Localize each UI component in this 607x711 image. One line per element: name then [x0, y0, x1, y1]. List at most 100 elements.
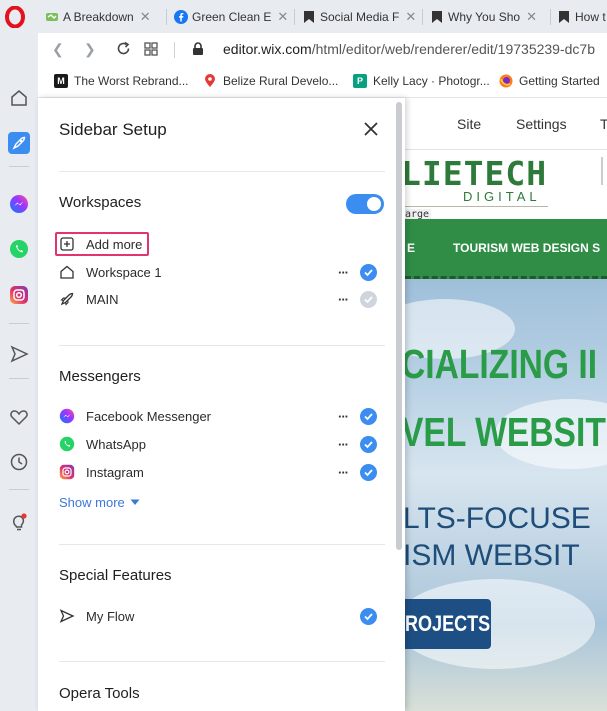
address-bar-row: ❮ ❯ editor.wix.com/html/editor/web/rende… [38, 33, 607, 66]
bookmark-label: Getting Started [519, 74, 600, 88]
menu-settings[interactable]: Settings [516, 116, 567, 132]
site-logo-text: LIETECH [405, 154, 548, 193]
close-icon[interactable] [362, 120, 380, 138]
tab-separator [166, 9, 167, 25]
back-icon[interactable]: ❮ [52, 41, 64, 58]
whatsapp-icon [59, 436, 75, 452]
send-icon[interactable] [8, 343, 30, 365]
site-nav-item[interactable]: E [407, 241, 415, 255]
bookmark-label: Belize Rural Develo... [223, 74, 339, 88]
checkmark-icon[interactable] [360, 263, 377, 281]
history-clock-icon[interactable] [8, 451, 30, 473]
opera-logo-icon[interactable] [5, 6, 25, 28]
opera-sidebar [0, 33, 38, 711]
heart-icon[interactable] [8, 406, 30, 428]
editor-top-menu: Site Settings T [405, 98, 607, 150]
tab-3[interactable]: Social Media F ✕ [302, 6, 418, 28]
bookmark-favicon-icon [302, 10, 316, 24]
reload-icon[interactable] [116, 41, 131, 56]
divider [59, 171, 385, 172]
workspace-item-1[interactable]: Workspace 1 ··· [59, 262, 377, 282]
workspace-item-main[interactable]: MAIN ··· [59, 289, 377, 309]
bookmark-item[interactable]: Getting Started [499, 74, 600, 88]
special-features-heading: Special Features [59, 567, 172, 584]
instagram-icon[interactable] [8, 284, 30, 306]
bookmark-item[interactable]: P Kelly Lacy · Photogr... [353, 74, 490, 88]
tips-bulb-icon[interactable] [8, 511, 30, 533]
checkmark-icon[interactable] [360, 290, 377, 308]
send-icon [59, 608, 75, 624]
sidebar-setup-panel: Sidebar Setup Workspaces Add more Worksp… [38, 98, 405, 711]
feature-label: My Flow [86, 608, 135, 624]
hero-subheadline-2: ISM WEBSIT [405, 539, 580, 572]
medium-icon: M [54, 74, 68, 88]
more-options-icon[interactable]: ··· [336, 465, 350, 480]
tab-4[interactable]: Why You Sho ✕ [430, 6, 546, 28]
opera-tools-heading: Opera Tools [59, 685, 140, 702]
workspaces-toggle[interactable] [346, 194, 384, 214]
more-options-icon[interactable]: ··· [336, 437, 350, 452]
messenger-icon[interactable] [8, 193, 30, 215]
show-more-link[interactable]: Show more [59, 495, 140, 510]
tab-5[interactable]: How t [557, 6, 607, 28]
add-more-label: Add more [86, 236, 143, 252]
messenger-item-instagram[interactable]: Instagram ··· [59, 462, 377, 482]
tab-close-icon[interactable]: ✕ [140, 9, 151, 25]
pexels-icon: P [353, 74, 367, 88]
site-nav-item[interactable]: TOURISM WEB DESIGN S [453, 241, 600, 255]
tab-separator [550, 9, 551, 25]
divider [59, 661, 385, 662]
nav-divider [174, 42, 175, 58]
bookmark-label: The Worst Rebrand... [74, 74, 189, 88]
messenger-label: Facebook Messenger [86, 408, 212, 424]
panel-title: Sidebar Setup [59, 120, 167, 139]
site-logo-subtext: DIGITAL [463, 189, 541, 204]
facebook-icon [174, 10, 188, 24]
workspaces-heading: Workspaces [59, 194, 142, 211]
tab-1[interactable]: A Breakdown ✕ [45, 6, 161, 28]
feature-item-my-flow[interactable]: My Flow [59, 606, 377, 626]
wix-favicon-icon [45, 10, 59, 24]
tab-2[interactable]: Green Clean E ✕ [174, 6, 290, 28]
menu-more[interactable]: T [600, 116, 607, 132]
checkmark-icon[interactable] [360, 407, 377, 425]
more-options-icon[interactable]: ··· [336, 292, 350, 307]
messenger-item-whatsapp[interactable]: WhatsApp ··· [59, 434, 377, 454]
tab-close-icon[interactable]: ✕ [277, 9, 288, 25]
add-more-button[interactable]: Add more [59, 234, 377, 254]
projects-button-label: ROJECTS [405, 611, 491, 636]
bookmark-favicon-icon [430, 10, 444, 24]
tab-close-icon[interactable]: ✕ [526, 9, 537, 25]
tab-separator [294, 9, 295, 25]
workspace-label: MAIN [86, 291, 119, 307]
url-path: /html/editor/web/renderer/edit/19735239-… [311, 41, 595, 57]
flow-rocket-icon[interactable] [8, 132, 30, 154]
checkmark-icon[interactable] [360, 435, 377, 453]
forward-icon[interactable]: ❯ [84, 41, 96, 58]
projects-button[interactable]: ROJECTS [405, 599, 491, 649]
more-options-icon[interactable]: ··· [336, 265, 350, 280]
rocket-icon [59, 291, 75, 307]
home-icon[interactable] [8, 87, 30, 109]
hero-headline-2: VEL WEBSIT [405, 409, 606, 455]
whatsapp-icon[interactable] [8, 238, 30, 260]
header-divider [601, 157, 603, 185]
divider [59, 544, 385, 545]
easy-setup-grid-icon[interactable] [144, 42, 158, 56]
site-nav-bar: E TOURISM WEB DESIGN S [405, 219, 607, 279]
menu-site[interactable]: Site [457, 116, 481, 132]
tab-close-icon[interactable]: ✕ [405, 9, 416, 25]
bookmark-item[interactable]: Belize Rural Develo... [203, 74, 338, 88]
messenger-item-facebook[interactable]: Facebook Messenger ··· [59, 406, 377, 426]
panel-scrollbar[interactable] [396, 102, 402, 550]
more-options-icon[interactable]: ··· [336, 409, 350, 424]
hero-headline-1: CIALIZING II [405, 341, 598, 387]
site-hero: CIALIZING II VEL WEBSIT LTS-FOCUSE ISM W… [405, 279, 607, 711]
checkmark-icon[interactable] [360, 463, 377, 481]
url-field[interactable]: editor.wix.com/html/editor/web/renderer/… [223, 41, 595, 57]
firefox-icon [499, 74, 513, 88]
bookmark-item[interactable]: M The Worst Rebrand... [54, 74, 189, 88]
tab-title: How t [575, 10, 606, 24]
lock-icon[interactable] [192, 42, 204, 56]
checkmark-icon[interactable] [360, 607, 377, 625]
